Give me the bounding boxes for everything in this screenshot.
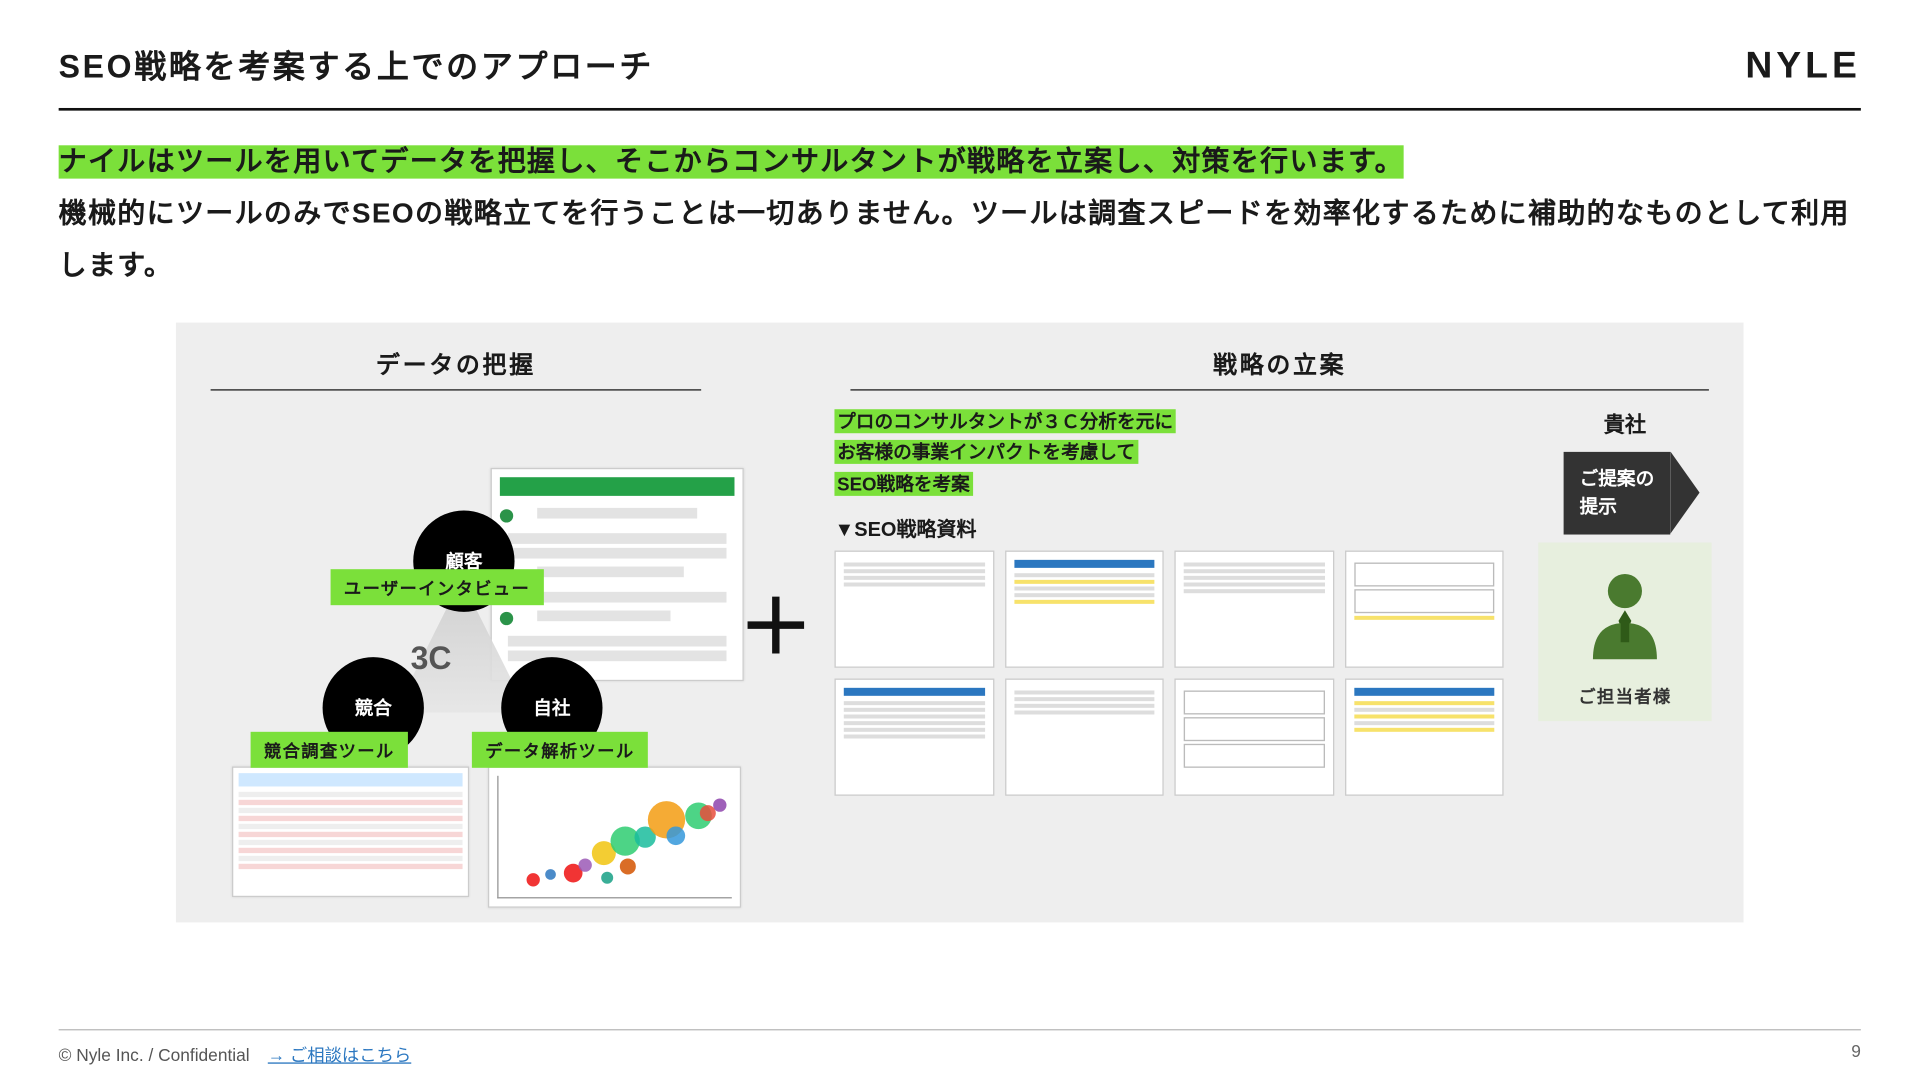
person-icon: [1552, 561, 1699, 674]
doc-thumb: [1004, 678, 1163, 795]
page-number: 9: [1851, 1041, 1861, 1066]
arrow-line2: 提示: [1580, 495, 1617, 516]
thumbnail-competitor-tool: [232, 766, 469, 897]
three-c-label: 3C: [411, 641, 452, 678]
tag-data-analysis-tool: データ解析ツール: [472, 731, 648, 767]
diagram-area: データの把握 3C 顧客 競合 自社 ユーザーインタビュー: [176, 322, 1744, 922]
column-data-grasp: データの把握 3C 顧客 競合 自社 ユーザーインタビュー: [176, 322, 736, 922]
left-heading: データの把握: [195, 346, 718, 389]
strategy-hl-3: SEO戦略を考案: [834, 472, 972, 496]
intro-rest: 機械的にツールのみでSEOの戦略立てを行うことは一切ありません。ツールは調査スピ…: [59, 198, 1850, 280]
right-heading: 戦略の立案: [834, 346, 1724, 389]
brand-logo: NYLE: [1745, 44, 1861, 87]
strategy-hl-1: プロのコンサルタントが３Ｃ分析を元に: [834, 409, 1175, 433]
footer-contact-link[interactable]: → ご相談はこちら: [268, 1045, 411, 1065]
plus-icon: ＋: [738, 568, 813, 676]
tag-user-interview: ユーザーインタビュー: [331, 569, 544, 605]
right-heading-rule: [850, 389, 1708, 390]
column-strategy: 戦略の立案 プロのコンサルタントが３Ｃ分析を元に お客様の事業インパクトを考慮し…: [816, 322, 1744, 922]
doc-thumb: [834, 678, 993, 795]
three-c-diagram: 3C 顧客 競合 自社 ユーザーインタビュー 競合調査ツール データ解析ツール: [195, 406, 718, 899]
strategy-highlight-block: プロのコンサルタントが３Ｃ分析を元に お客様の事業インパクトを考慮して SEO戦…: [834, 406, 1503, 501]
title-rule: [59, 108, 1861, 111]
doc-thumb: [1344, 550, 1503, 667]
proposal-arrow: ご提案の 提示: [1564, 451, 1671, 534]
deck-title: ▼SEO戦略資料: [834, 514, 1503, 542]
tag-competitor-tool: 競合調査ツール: [251, 731, 408, 767]
strategy-doc-deck: [834, 550, 1503, 795]
slide-footer: © Nyle Inc. / Confidential → ご相談はこちら 9: [59, 1029, 1861, 1066]
strategy-hl-2: お客様の事業インパクトを考慮して: [834, 440, 1137, 464]
slide-title: SEO戦略を考案する上でのアプローチ: [59, 40, 654, 87]
doc-thumb: [1004, 550, 1163, 667]
arrow-line1: ご提案の: [1580, 467, 1655, 488]
client-title: 貴社: [1604, 406, 1647, 438]
left-heading-rule: [211, 389, 702, 390]
doc-thumb: [1174, 678, 1333, 795]
intro-paragraph: ナイルはツールを用いてデータを把握し、そこからコンサルタントが戦略を立案し、対策…: [59, 137, 1861, 292]
doc-thumb: [1174, 550, 1333, 667]
client-column: 貴社 ご提案の 提示 ご担当者様: [1525, 406, 1725, 796]
doc-thumb: [834, 550, 993, 667]
client-person-label: ご担当者様: [1552, 682, 1699, 707]
footer-copyright: © Nyle Inc. / Confidential: [59, 1045, 250, 1065]
doc-thumb: [1344, 678, 1503, 795]
plus-separator: ＋: [736, 322, 816, 922]
client-person-card: ご担当者様: [1538, 542, 1711, 721]
thumbnail-bubble-chart: [488, 766, 741, 907]
intro-highlight: ナイルはツールを用いてデータを把握し、そこからコンサルタントが戦略を立案し、対策…: [59, 145, 1404, 178]
